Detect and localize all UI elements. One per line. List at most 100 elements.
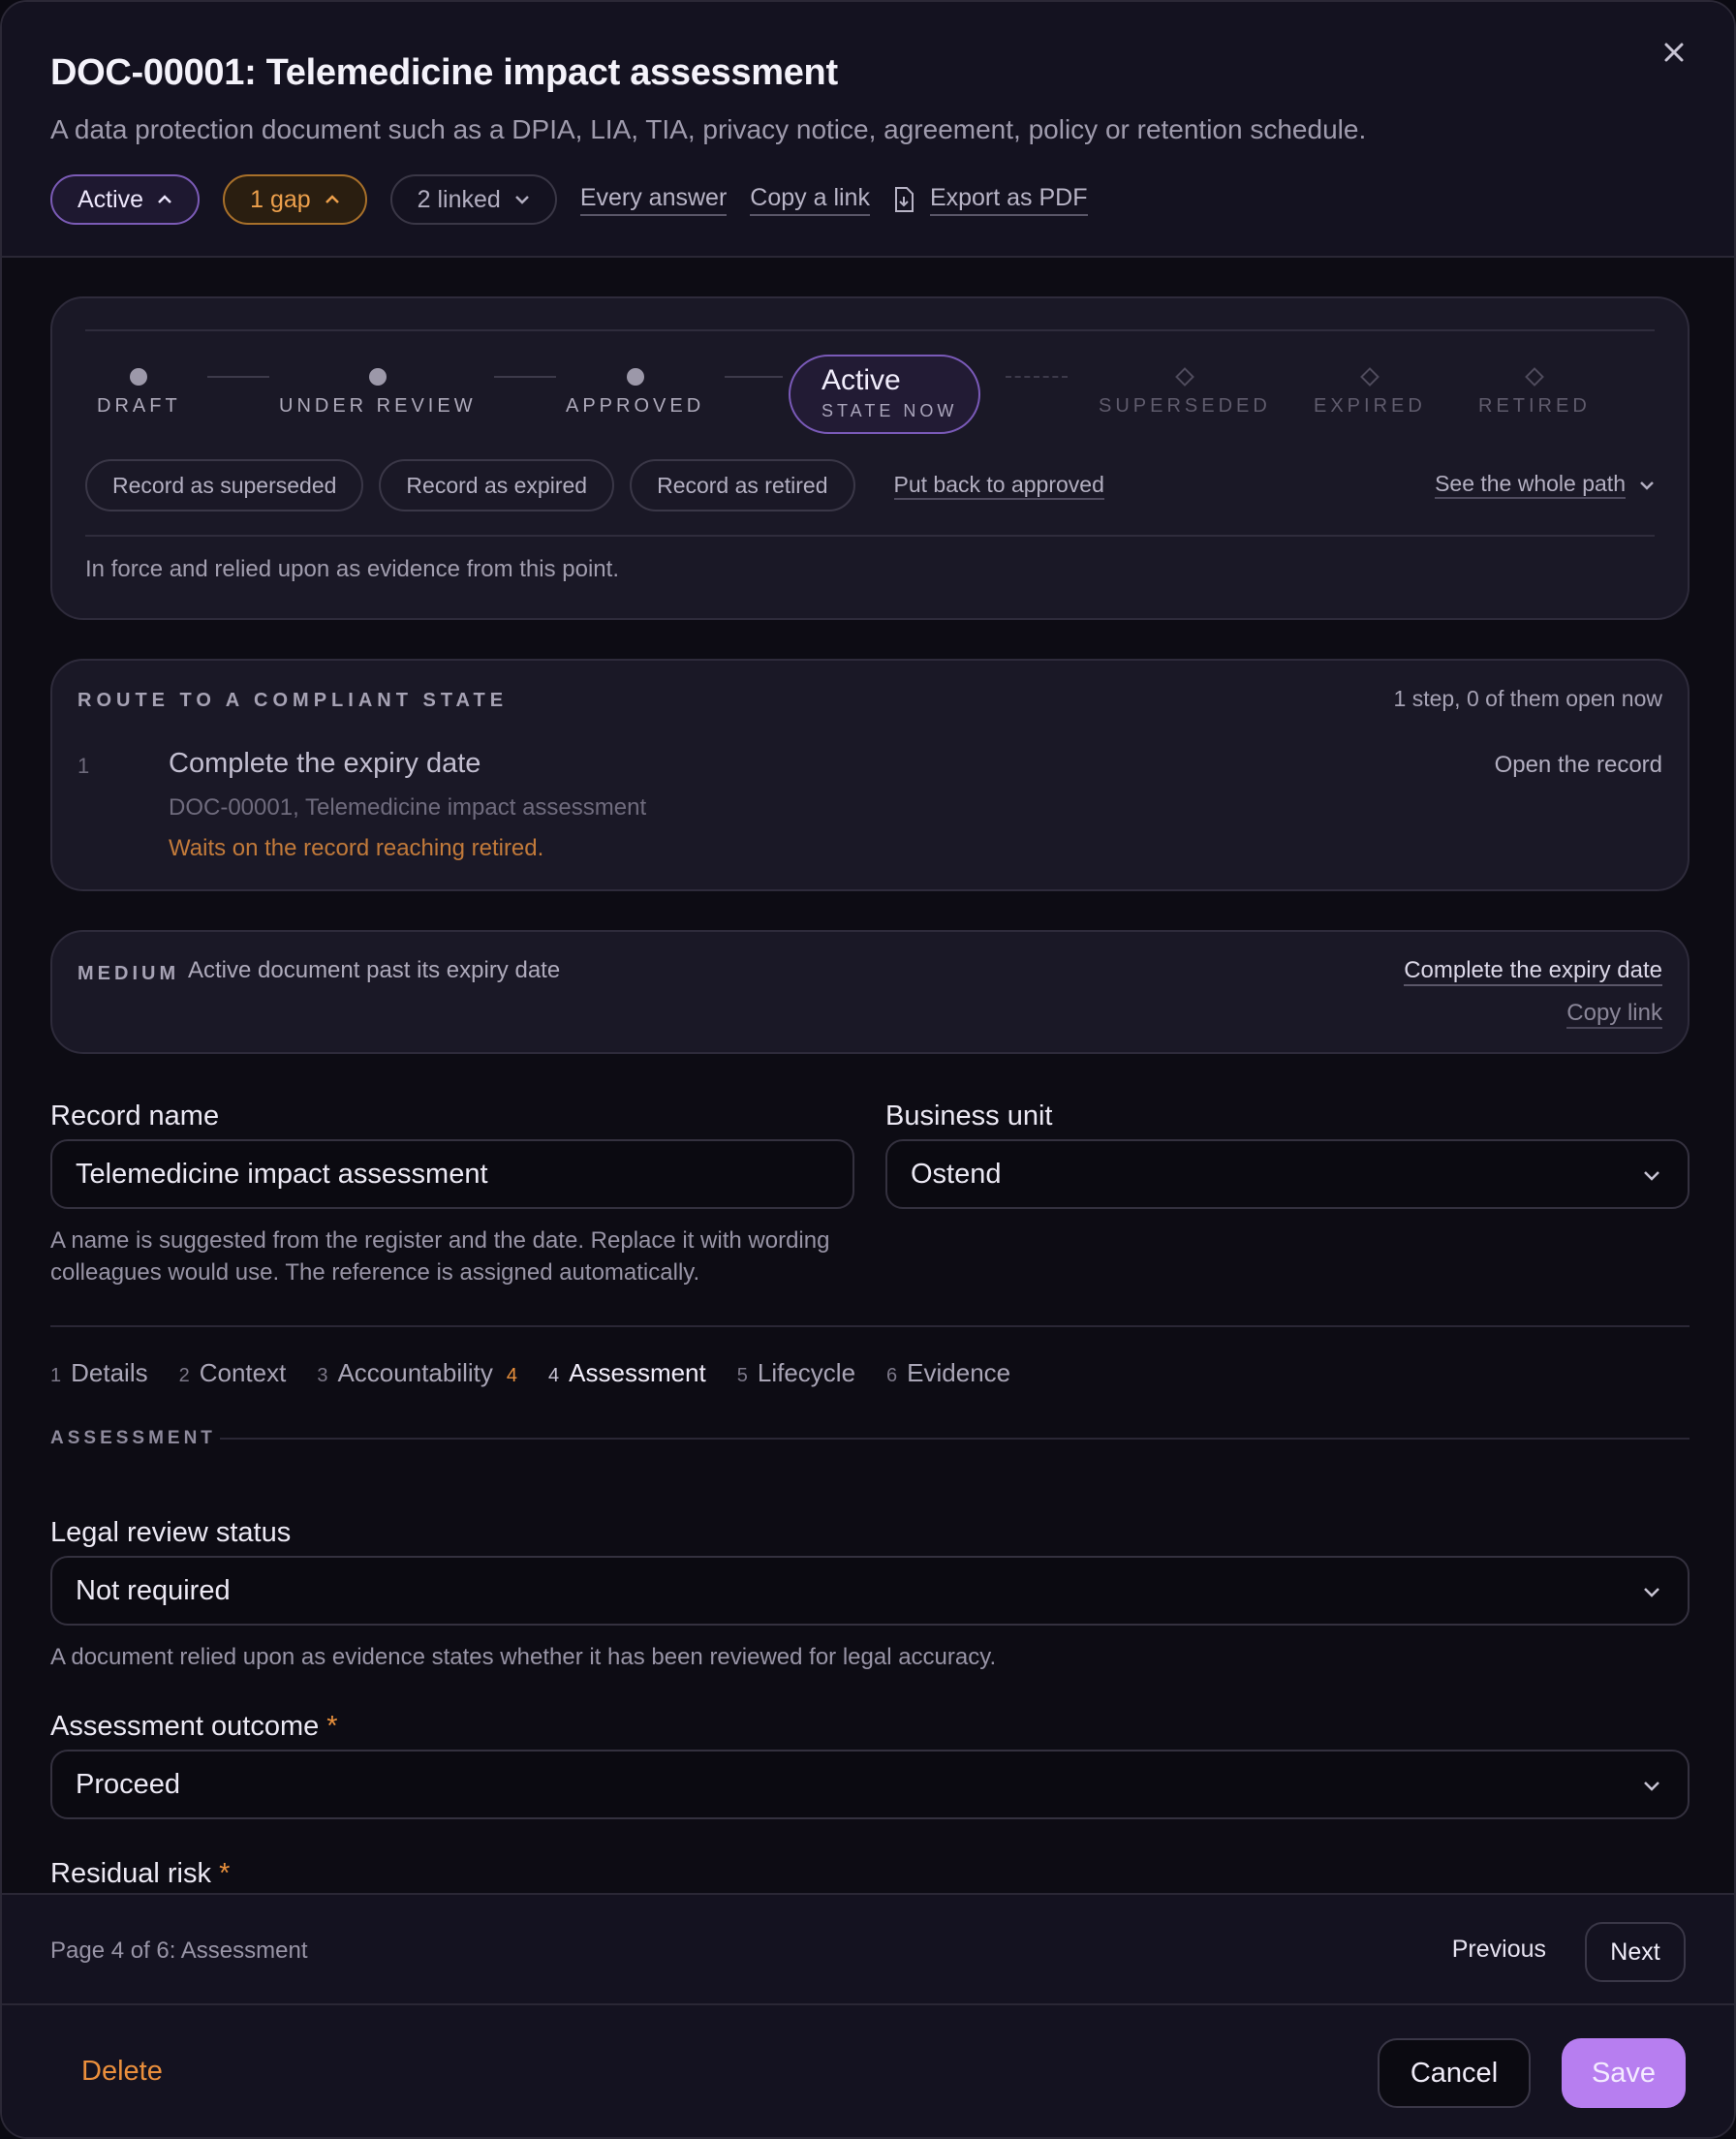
business-unit-label: Business unit bbox=[885, 1100, 1053, 1132]
gap-chip[interactable]: 1 gap bbox=[223, 174, 367, 225]
severity-badge: MEDIUM bbox=[78, 963, 180, 984]
current-state-pill: Active STATE NOW bbox=[789, 355, 980, 434]
divider bbox=[85, 535, 1655, 537]
assessment-outcome-label: Assessment outcome * bbox=[50, 1711, 338, 1743]
section-heading: ASSESSMENT bbox=[50, 1428, 1690, 1449]
issue-copy-link[interactable]: Copy link bbox=[1566, 1000, 1662, 1029]
tab-label: Details bbox=[71, 1358, 148, 1387]
put-back-approved-link[interactable]: Put back to approved bbox=[893, 472, 1104, 500]
step-connector bbox=[1006, 376, 1068, 378]
previous-button[interactable]: Previous bbox=[1452, 1936, 1546, 1964]
header-actions: Active 1 gap 2 linked Every answer Copy … bbox=[50, 174, 1088, 225]
route-panel: ROUTE TO A COMPLIANT STATE 1 step, 0 of … bbox=[50, 659, 1690, 891]
tab-label: Lifecycle bbox=[757, 1358, 856, 1387]
next-button[interactable]: Next bbox=[1585, 1922, 1686, 1982]
tab-lifecycle[interactable]: 5 Lifecycle bbox=[737, 1358, 855, 1388]
legal-review-label: Legal review status bbox=[50, 1517, 292, 1548]
record-retired-button[interactable]: Record as retired bbox=[630, 459, 855, 512]
divider bbox=[85, 329, 1655, 331]
gap-chip-label: 1 gap bbox=[250, 185, 311, 213]
tab-issue-count: 4 bbox=[506, 1365, 518, 1386]
step-draft: DRAFT bbox=[97, 368, 181, 418]
close-icon[interactable] bbox=[1657, 35, 1691, 70]
tab-context[interactable]: 2 Context bbox=[179, 1358, 287, 1388]
business-unit-value: Ostend bbox=[911, 1158, 1002, 1190]
chevron-up-icon bbox=[158, 195, 171, 203]
residual-risk-label: Residual risk * bbox=[50, 1858, 230, 1890]
divider bbox=[219, 1438, 1690, 1440]
step-label: UNDER REVIEW bbox=[279, 395, 477, 417]
legal-review-value: Not required bbox=[76, 1574, 231, 1606]
route-step-reference: DOC-00001, Telemedicine impact assessmen… bbox=[169, 794, 647, 821]
delete-button[interactable]: Delete bbox=[81, 2056, 163, 2088]
record-name-help: A name is suggested from the register an… bbox=[50, 1227, 830, 1286]
page-indicator: Page 4 of 6: Assessment bbox=[50, 1938, 308, 1964]
chevron-up-icon bbox=[325, 195, 339, 203]
issue-text: Active document past its expiry date bbox=[188, 957, 561, 983]
chevron-down-icon bbox=[514, 196, 529, 204]
step-label: RETIRED bbox=[1478, 395, 1591, 417]
record-name-value: Telemedicine impact assessment bbox=[76, 1158, 488, 1190]
route-step-number: 1 bbox=[78, 754, 90, 778]
tab-details[interactable]: 1 Details bbox=[50, 1358, 148, 1388]
every-answer-link[interactable]: Every answer bbox=[579, 184, 728, 216]
save-button[interactable]: Save bbox=[1562, 2038, 1686, 2108]
pager-bar: Page 4 of 6: Assessment Previous Next bbox=[2, 1893, 1734, 2005]
divider bbox=[50, 1325, 1690, 1327]
tab-number: 6 bbox=[886, 1365, 898, 1386]
diamond-icon bbox=[1175, 367, 1194, 387]
step-dot bbox=[626, 368, 644, 386]
lifecycle-actions: Record as superseded Record as expired R… bbox=[85, 459, 1104, 512]
step-dot bbox=[130, 368, 148, 386]
linked-chip-label: 2 linked bbox=[417, 185, 501, 213]
step-label: DRAFT bbox=[97, 395, 181, 417]
assessment-outcome-value: Proceed bbox=[76, 1768, 181, 1800]
form-tabs: 1 Details 2 Context 3 Accountability 4 4… bbox=[50, 1358, 1010, 1388]
complete-expiry-link[interactable]: Complete the expiry date bbox=[1404, 957, 1662, 986]
diamond-icon bbox=[1524, 367, 1544, 387]
step-superseded: SUPERSEDED bbox=[1099, 367, 1271, 418]
route-step-wait: Waits on the record reaching retired. bbox=[169, 835, 544, 861]
record-dialog: DOC-00001: Telemedicine impact assessmen… bbox=[0, 0, 1736, 2139]
step-under-review: UNDER REVIEW bbox=[279, 368, 477, 418]
current-state-caption: STATE NOW bbox=[822, 401, 958, 420]
tab-number: 1 bbox=[50, 1365, 62, 1386]
page-subtitle: A data protection document such as a DPI… bbox=[50, 114, 1367, 144]
required-mark: * bbox=[219, 1858, 231, 1889]
diamond-icon bbox=[1360, 367, 1380, 387]
step-approved: APPROVED bbox=[566, 368, 704, 418]
step-expired: EXPIRED bbox=[1314, 367, 1426, 418]
dialog-footer: Delete Cancel Save bbox=[2, 2005, 1734, 2137]
chevron-down-icon bbox=[1644, 1782, 1659, 1791]
business-unit-select[interactable]: Ostend bbox=[885, 1139, 1690, 1209]
route-step-title: Complete the expiry date bbox=[169, 748, 481, 779]
export-pdf-button[interactable]: Export as PDF bbox=[893, 184, 1088, 216]
assessment-outcome-select[interactable]: Proceed bbox=[50, 1750, 1690, 1819]
step-connector bbox=[494, 376, 556, 378]
issue-panel: MEDIUM Active document past its expiry d… bbox=[50, 930, 1690, 1054]
cancel-button[interactable]: Cancel bbox=[1378, 2038, 1531, 2108]
page-title: DOC-00001: Telemedicine impact assessmen… bbox=[50, 52, 838, 93]
tab-evidence[interactable]: 6 Evidence bbox=[886, 1358, 1010, 1388]
residual-risk-text: Residual risk bbox=[50, 1858, 211, 1889]
current-state: Active bbox=[822, 364, 901, 396]
record-name-input[interactable]: Telemedicine impact assessment bbox=[50, 1139, 854, 1209]
tab-assessment[interactable]: 4 Assessment bbox=[548, 1358, 706, 1388]
record-expired-button[interactable]: Record as expired bbox=[379, 459, 615, 512]
record-superseded-button[interactable]: Record as superseded bbox=[85, 459, 364, 512]
legal-review-select[interactable]: Not required bbox=[50, 1556, 1690, 1626]
assessment-outcome-text: Assessment outcome bbox=[50, 1711, 320, 1742]
tab-accountability[interactable]: 3 Accountability 4 bbox=[317, 1358, 517, 1388]
tab-number: 5 bbox=[736, 1365, 748, 1386]
tab-label: Evidence bbox=[907, 1358, 1011, 1387]
see-whole-path-toggle[interactable]: See the whole path bbox=[1435, 471, 1655, 499]
legal-review-help: A document relied upon as evidence state… bbox=[50, 1644, 997, 1670]
tab-label: Context bbox=[199, 1358, 287, 1387]
copy-link[interactable]: Copy a link bbox=[750, 184, 870, 216]
open-record-link[interactable]: Open the record bbox=[1495, 752, 1662, 779]
tab-label: Assessment bbox=[569, 1358, 706, 1387]
status-chip[interactable]: Active bbox=[50, 174, 201, 225]
tab-number: 4 bbox=[548, 1365, 560, 1386]
linked-chip[interactable]: 2 linked bbox=[389, 174, 557, 225]
step-connector bbox=[725, 376, 783, 378]
